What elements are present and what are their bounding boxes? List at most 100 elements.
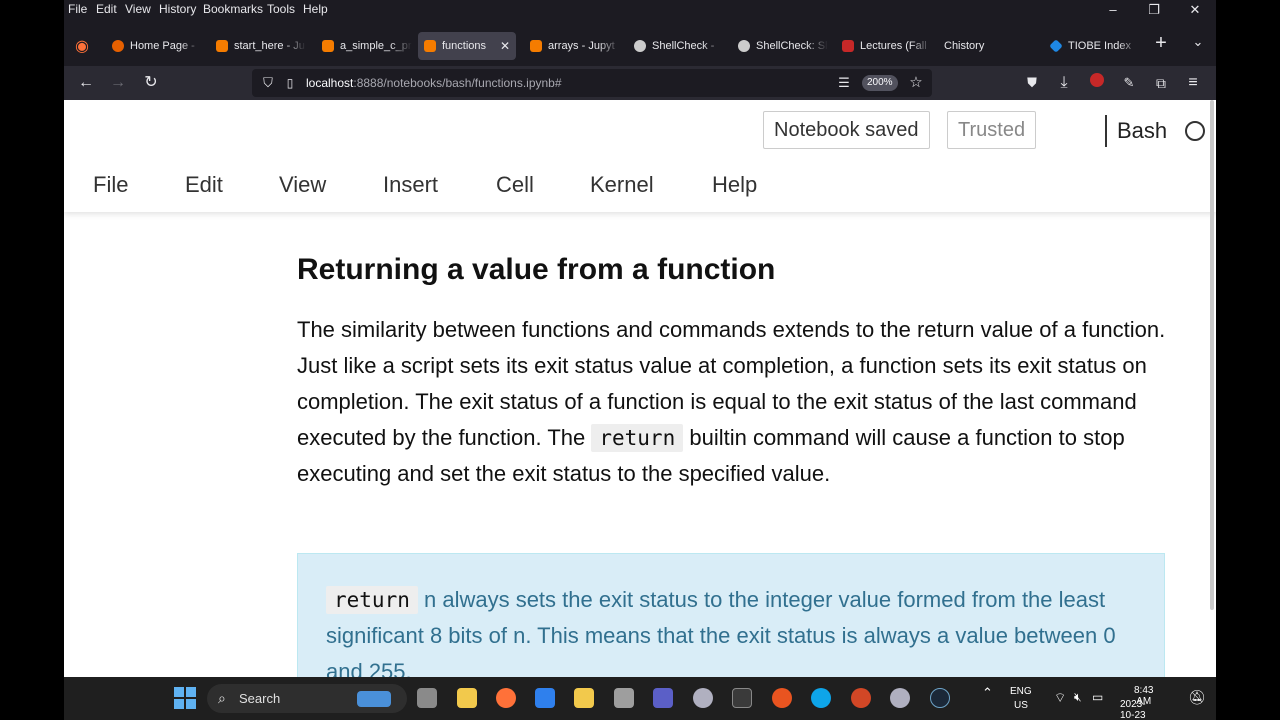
nb-menu-file[interactable]: File	[93, 172, 128, 198]
app-icon[interactable]	[693, 688, 713, 708]
reader-view-icon[interactable]: ☰	[834, 73, 854, 93]
jupyter-icon	[322, 40, 334, 53]
nb-menu-insert[interactable]: Insert	[383, 172, 438, 198]
inline-code-return: return	[326, 586, 418, 614]
app-icon[interactable]	[574, 688, 594, 708]
windows-taskbar: ⌕ Search ⌃ ENG US ⌔ 🔇︎ ▭ 8:43 AM 2023-10…	[64, 677, 1216, 720]
ubuntu-icon[interactable]	[772, 688, 792, 708]
mute-icon[interactable]: 🔇︎	[1074, 690, 1082, 705]
jupyter-page: Notebook saved Trusted Bash File Edit Vi…	[64, 100, 1216, 677]
body-paragraph: The similarity between functions and com…	[297, 312, 1167, 492]
steam-icon[interactable]	[930, 688, 950, 708]
firefox-view-icon[interactable]: ◉	[72, 36, 92, 56]
app-icon[interactable]	[890, 688, 910, 708]
menu-bookmarks[interactable]: Bookmarks	[203, 2, 263, 16]
tab-tiobe[interactable]: TIOBE Index	[1044, 32, 1140, 60]
menu-view[interactable]: View	[125, 2, 151, 16]
tab-a-simple-c[interactable]: a_simple_c_pr	[316, 32, 412, 60]
trusted-button[interactable]: Trusted	[947, 111, 1037, 149]
tiobe-icon	[1049, 39, 1063, 53]
navigation-toolbar: ← → ↻ ⛉ ▯ localhost:8888/notebooks/bash/…	[64, 66, 1216, 100]
shellcheck-icon	[634, 40, 646, 53]
menu-file[interactable]: File	[68, 2, 87, 16]
teams-icon[interactable]	[653, 688, 673, 708]
new-tab-button[interactable]: +	[1151, 32, 1171, 55]
pocket-icon[interactable]: ⛊	[1022, 73, 1042, 93]
menu-help[interactable]: Help	[303, 2, 328, 16]
tab-shellcheck[interactable]: ShellCheck -	[628, 32, 724, 60]
firefox-icon[interactable]	[496, 688, 516, 708]
browser-menubar: File Edit View History Bookmarks Tools H…	[64, 0, 1216, 22]
task-view-icon[interactable]	[417, 688, 437, 708]
url-bar[interactable]: ⛉ ▯ localhost:8888/notebooks/bash/functi…	[252, 69, 932, 97]
terminal-icon[interactable]	[732, 688, 752, 708]
nb-menu-kernel[interactable]: Kernel	[590, 172, 654, 198]
search-label: Search	[239, 691, 281, 706]
jupyter-icon	[424, 40, 436, 53]
page-scrollbar[interactable]	[1210, 100, 1214, 610]
edge-icon[interactable]	[811, 688, 831, 708]
close-window-button[interactable]: ✕	[1180, 2, 1210, 18]
tab-functions[interactable]: functions ✕	[418, 32, 516, 60]
tab-bar: ◉ Home Page - start_here - Ju a_simple_c…	[64, 26, 1216, 66]
url-path: :8888/notebooks/bash/functions.ipynb#	[353, 76, 562, 90]
tab-favicon-icon	[112, 40, 124, 53]
tab-chistory[interactable]: Chistory	[938, 32, 1034, 60]
inline-code-return: return	[591, 424, 684, 452]
menu-tools[interactable]: Tools	[267, 2, 295, 16]
extensions-puzzle-icon[interactable]: ⧉	[1151, 73, 1171, 93]
markdown-cell[interactable]: Returning a value from a function The si…	[297, 250, 1167, 492]
downloads-icon[interactable]: ⤓	[1054, 73, 1074, 93]
tab-label: functions	[442, 40, 487, 52]
reload-icon[interactable]: ↻	[141, 73, 161, 93]
tab-home-page[interactable]: Home Page -	[106, 32, 202, 60]
tab-label: Chistory	[944, 40, 985, 52]
shield-icon	[842, 40, 854, 53]
wifi-icon[interactable]: ⌔	[1054, 690, 1066, 706]
tab-lectures[interactable]: Lectures (Fall	[836, 32, 932, 60]
language-region[interactable]: US	[1014, 700, 1028, 711]
taskbar-search[interactable]: ⌕ Search	[207, 684, 407, 713]
hamburger-menu-icon[interactable]: ≡	[1183, 73, 1203, 93]
list-tabs-chevron-icon[interactable]: ⌄	[1188, 34, 1208, 50]
notification-bell-icon[interactable]: 🔕︎	[1188, 689, 1206, 706]
nb-menu-edit[interactable]: Edit	[185, 172, 223, 198]
file-explorer-icon[interactable]	[457, 688, 477, 708]
kernel-idle-indicator-icon	[1185, 121, 1205, 141]
tab-start-here[interactable]: start_here - Ju	[210, 32, 306, 60]
minimize-button[interactable]: –	[1098, 2, 1128, 17]
info-note-box: return n always sets the exit status to …	[297, 553, 1165, 677]
tray-chevron-icon[interactable]: ⌃	[982, 685, 993, 701]
back-arrow-icon[interactable]: ←	[76, 73, 96, 93]
app-icon[interactable]	[614, 688, 634, 708]
windows-start-icon[interactable]	[174, 687, 196, 709]
battery-icon[interactable]: ▭	[1092, 690, 1103, 704]
powerpoint-icon[interactable]	[851, 688, 871, 708]
page-icon[interactable]: ▯	[280, 73, 300, 93]
language-code[interactable]: ENG	[1010, 686, 1032, 697]
search-icon: ⌕	[218, 690, 226, 706]
search-highlight-icon	[357, 691, 391, 707]
ublock-icon[interactable]	[1090, 73, 1104, 87]
nb-menu-help[interactable]: Help	[712, 172, 757, 198]
tab-arrays[interactable]: arrays - Jupyt	[524, 32, 620, 60]
extension-icon[interactable]: ✎	[1119, 73, 1139, 93]
forward-arrow-icon[interactable]: →	[108, 73, 128, 93]
menu-history[interactable]: History	[159, 2, 196, 16]
notebook-saved-indicator: Notebook saved	[763, 111, 930, 149]
jupyter-icon	[530, 40, 542, 53]
bookmark-star-icon[interactable]: ☆	[906, 73, 926, 93]
vscode-icon[interactable]	[535, 688, 555, 708]
url-host: localhost	[306, 76, 354, 90]
shield-icon[interactable]: ⛉	[258, 73, 278, 93]
zoom-level[interactable]: 200%	[862, 75, 898, 91]
maximize-button[interactable]: ❐	[1139, 2, 1169, 18]
kernel-name[interactable]: Bash	[1105, 115, 1167, 147]
menu-edit[interactable]: Edit	[96, 2, 117, 16]
url-text[interactable]: localhost:8888/notebooks/bash/functions.…	[306, 76, 562, 90]
nb-menu-view[interactable]: View	[279, 172, 326, 198]
close-tab-icon[interactable]: ✕	[500, 32, 510, 60]
tab-shellcheck-sl[interactable]: ShellCheck: Sl	[732, 32, 828, 60]
nb-menu-cell[interactable]: Cell	[496, 172, 534, 198]
clock-date[interactable]: 2023-10-23	[1120, 699, 1146, 720]
